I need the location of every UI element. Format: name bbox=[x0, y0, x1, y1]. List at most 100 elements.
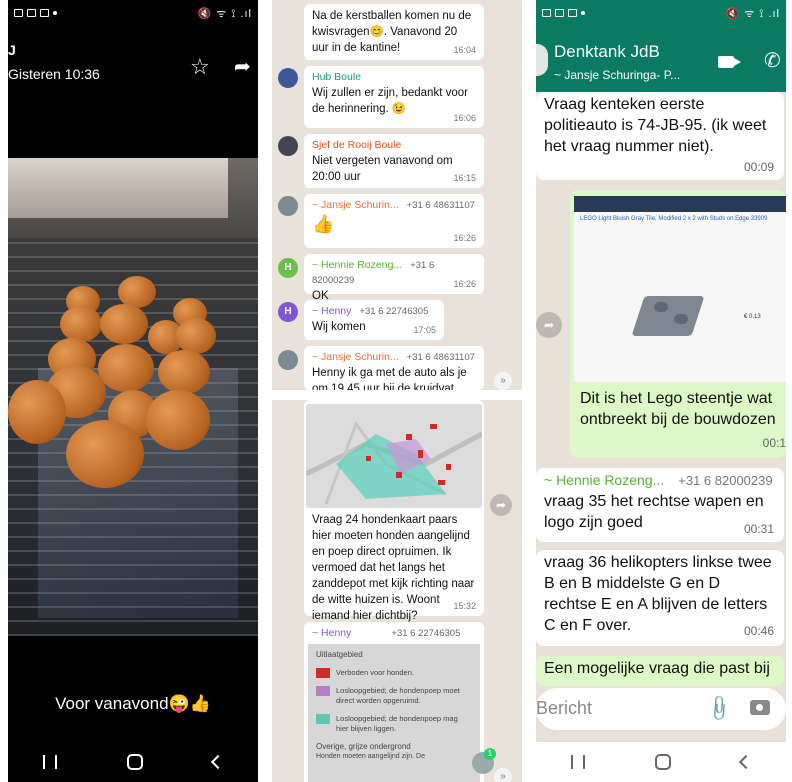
image-message: Vraag 24 hondenkaart paars hier moeten h… bbox=[304, 400, 484, 622]
forward-icon[interactable]: ➦ bbox=[536, 312, 562, 338]
forward-icon[interactable]: ➦ bbox=[490, 494, 512, 516]
message-time: 16:06 bbox=[453, 113, 476, 123]
star-icon[interactable]: ☆ bbox=[190, 54, 210, 80]
message-bubble: vraag 36 helikopters linkse twee B en B … bbox=[536, 550, 784, 646]
group-title[interactable]: Denktank JdB bbox=[554, 42, 660, 62]
lego-screenshot[interactable]: LEGO Light Bluish Gray Tile, Modified 2 … bbox=[574, 196, 786, 382]
message-text: Vraag kenteken eerste politieauto is 74-… bbox=[544, 96, 767, 155]
sender-name: ~ Jansje Schurin... bbox=[312, 199, 399, 211]
message-time: 00:31 bbox=[743, 522, 774, 536]
avatar bbox=[278, 196, 298, 216]
lego-price: € 0,13 bbox=[744, 314, 761, 320]
legend-swatch bbox=[316, 714, 330, 724]
calendar-icon bbox=[40, 9, 49, 17]
back-icon[interactable] bbox=[210, 754, 226, 770]
map-drawing bbox=[306, 404, 482, 508]
message-bubble: ~ Jansje Schurin... +31 6 48631107 👍 16:2… bbox=[304, 194, 484, 248]
media-header: J Gisteren 10:36 ☆ ➦ bbox=[8, 26, 258, 92]
legend-swatch bbox=[316, 668, 330, 678]
legend-footer: Overige, grijze ondergrond bbox=[316, 742, 411, 751]
sender-name: ~ Henny bbox=[312, 627, 352, 639]
message-text: 👍 bbox=[312, 214, 335, 234]
attach-icon[interactable]: 📎 bbox=[704, 693, 735, 724]
message-sender-line: ~ Hennie Rozeng... +31 6 82000239 bbox=[544, 470, 776, 491]
avatar: H bbox=[278, 302, 298, 322]
recent-apps-icon[interactable] bbox=[43, 755, 57, 769]
message-text: vraag 35 het rechtse wapen en logo zijn … bbox=[544, 493, 764, 531]
group-chat-panel: 🔇 ᯤ ⟟ .ıl Denktank JdB ~ Jansje Schuring… bbox=[536, 0, 786, 782]
notification-dot-icon bbox=[581, 11, 585, 15]
status-icons: 🔇 ᯤ ⟟ .ıl bbox=[725, 7, 780, 20]
sender-name: J bbox=[8, 42, 16, 58]
legend-item: Losloopgebied; de hondenpoep moet direct… bbox=[316, 686, 472, 706]
share-icon[interactable]: ➦ bbox=[234, 54, 251, 79]
phone-call-icon[interactable]: ✆ bbox=[764, 48, 781, 73]
calendar-icon bbox=[568, 9, 577, 17]
lego-stud bbox=[674, 314, 688, 324]
back-icon[interactable] bbox=[738, 754, 754, 770]
system-nav-bar bbox=[8, 742, 258, 782]
camera-icon[interactable] bbox=[750, 700, 770, 715]
avatar bbox=[278, 136, 298, 156]
youtube-icon bbox=[27, 9, 36, 17]
status-icons: 🔇 ᯤ ⟟ .ıl bbox=[197, 7, 252, 20]
sender-name: ~ Henny bbox=[312, 305, 352, 317]
message-bubble: ~ Henny +31 6 22746305 Wij komen 17:05 bbox=[304, 300, 444, 340]
sender-phone: +31 6 22746305 bbox=[359, 306, 429, 317]
group-avatar[interactable] bbox=[536, 44, 548, 76]
message-text: Dit is het Lego steentje wat ontbreekt b… bbox=[580, 390, 776, 428]
media-viewer-panel: 🔇 ᯤ ⟟ .ıl J Gisteren 10:36 ☆ ➦ Voor vana… bbox=[8, 0, 258, 782]
legend-image[interactable]: Uitlaatgebied Verboden voor honden. Losl… bbox=[308, 644, 480, 782]
message-bubble: Sjef de Rooij Boule Niet vergeten vanavo… bbox=[304, 134, 484, 188]
chat-header[interactable]: Denktank JdB ~ Jansje Schuringa- P... ✆ bbox=[536, 26, 786, 92]
notification-dot-icon bbox=[53, 11, 57, 15]
legend-label: Verboden voor honden. bbox=[336, 668, 414, 677]
dog-map-image[interactable] bbox=[306, 404, 482, 508]
legend-item: Verboden voor honden. bbox=[316, 668, 472, 678]
recent-apps-icon[interactable] bbox=[571, 755, 585, 769]
system-nav-bar bbox=[536, 742, 786, 782]
status-bar: 🔇 ᯤ ⟟ .ıl bbox=[8, 0, 258, 26]
message-time: 00:09 bbox=[743, 160, 774, 174]
message-text: Een mogelijke vraag die past bij bbox=[544, 660, 770, 677]
scroll-down-button[interactable]: » bbox=[494, 372, 512, 390]
oven-panel bbox=[8, 158, 228, 218]
legend-footer-note: Honden moeten aangelijnd zijn. De bbox=[316, 753, 425, 760]
message-time: 15:32 bbox=[453, 601, 476, 611]
video-call-icon[interactable] bbox=[718, 56, 741, 68]
sender-name: Hub Boule bbox=[312, 71, 362, 83]
message-bubble: Vraag kenteken eerste politieauto is 74-… bbox=[536, 92, 784, 180]
sender-name: Sjef de Rooij Boule bbox=[312, 139, 402, 151]
lego-site-nav bbox=[574, 196, 786, 212]
youtube-icon bbox=[555, 9, 564, 17]
home-icon[interactable] bbox=[127, 754, 143, 770]
sender-phone: +31 6 48631107 bbox=[406, 352, 475, 363]
chat-screenshot-panel: Na de kerstballen komen nu de kwisvragen… bbox=[272, 0, 522, 782]
message-text: Henny ik ga met de auto als je om 19.45 … bbox=[312, 367, 467, 390]
unread-indicator[interactable]: 1 bbox=[472, 748, 496, 774]
sent-time: Gisteren 10:36 bbox=[8, 66, 100, 82]
gallery-icon bbox=[542, 9, 551, 17]
status-bar: 🔇 ᯤ ⟟ .ıl bbox=[536, 0, 786, 26]
home-icon[interactable] bbox=[655, 754, 671, 770]
sender-phone: +31 6 22746305 bbox=[391, 628, 461, 639]
unread-badge: 1 bbox=[484, 748, 496, 760]
oliebol bbox=[146, 390, 210, 450]
avatar: H bbox=[278, 258, 298, 278]
oliebol bbox=[176, 318, 216, 354]
sender-phone: +31 6 48631107 bbox=[406, 200, 475, 211]
message-bubble: Een mogelijke vraag die past bij bbox=[536, 656, 784, 686]
legend-label: Losloopgebied; de hondenpoep moet direct… bbox=[336, 686, 460, 705]
message-time: 16:26 bbox=[453, 279, 476, 289]
scroll-down-button[interactable]: » bbox=[494, 768, 512, 782]
message-input[interactable]: Bericht 📎 bbox=[536, 688, 786, 730]
sender-name: ~ Hennie Rozeng... bbox=[312, 259, 403, 271]
message-text: vraag 36 helikopters linkse twee B en B … bbox=[544, 554, 772, 634]
message-bubble: ~ Hennie Rozeng... +31 6 82000239 vraag 3… bbox=[536, 468, 784, 542]
message-time: 16:15 bbox=[453, 173, 476, 183]
lego-page-title: LEGO Light Bluish Gray Tile, Modified 2 … bbox=[580, 216, 768, 222]
legend-title: Uitlaatgebied bbox=[316, 650, 363, 659]
oliebol bbox=[100, 304, 148, 344]
lego-stud bbox=[654, 302, 668, 312]
oliebol bbox=[66, 420, 144, 488]
